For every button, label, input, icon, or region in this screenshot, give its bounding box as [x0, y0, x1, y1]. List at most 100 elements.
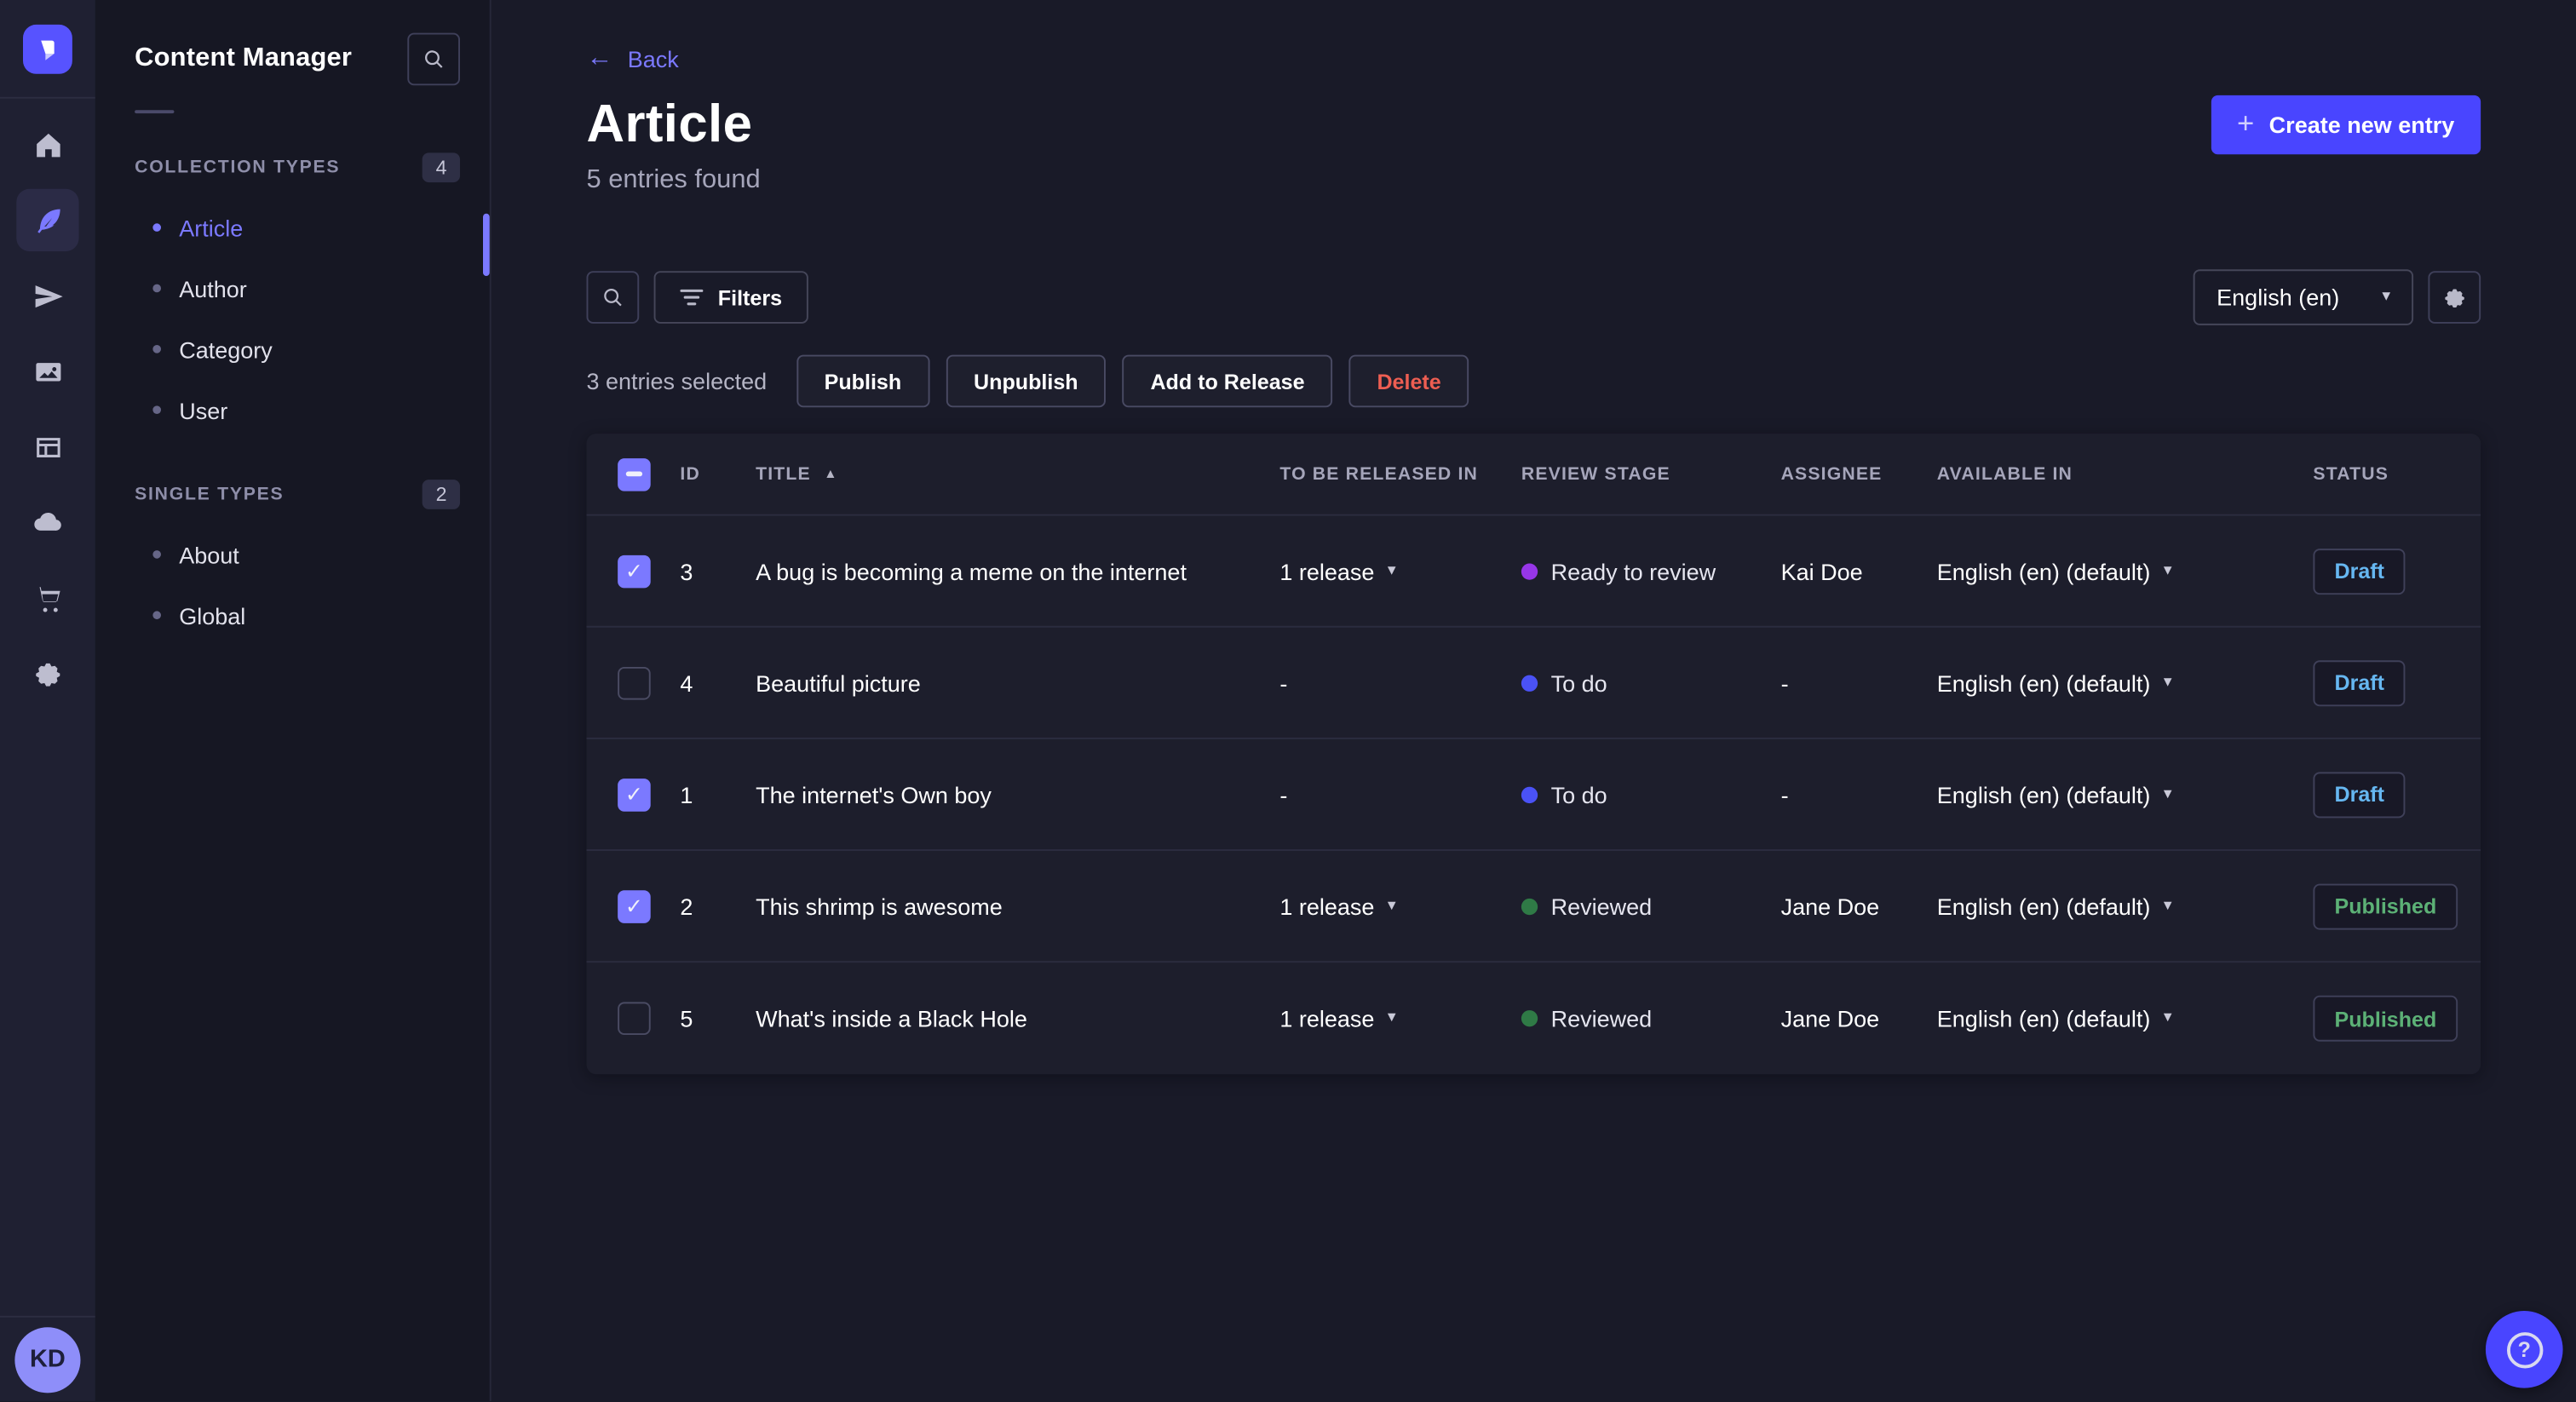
- cell-id: 5: [680, 1005, 693, 1032]
- cell-id: 1: [680, 781, 693, 807]
- chevron-down-icon[interactable]: ▾: [2164, 674, 2172, 691]
- row-checkbox[interactable]: ✓: [618, 554, 651, 588]
- avatar[interactable]: KD: [14, 1327, 81, 1393]
- unpublish-button[interactable]: Unpublish: [946, 354, 1107, 408]
- strapi-logo[interactable]: [22, 23, 72, 73]
- collection-types-label: COLLECTION TYPES: [135, 158, 341, 178]
- chevron-down-icon[interactable]: ▾: [1388, 1009, 1396, 1026]
- main-nav-rail: KD: [0, 0, 95, 1402]
- single-types-count-badge: 2: [423, 480, 460, 509]
- cell-to-be-released-in[interactable]: 1 release ▾: [1279, 893, 1521, 919]
- table-row[interactable]: 5 What's inside a Black Hole 1 release ▾ Rev…: [586, 962, 2481, 1074]
- chevron-down-icon[interactable]: ▾: [1388, 562, 1396, 579]
- sidebar-item-category[interactable]: Category: [95, 319, 490, 379]
- column-header-to-be-released-in[interactable]: TO BE RELEASED IN: [1279, 464, 1521, 484]
- column-header-title[interactable]: TITLE ▲: [756, 464, 1279, 484]
- create-new-entry-button[interactable]: + Create new entry: [2211, 94, 2481, 154]
- column-header-assignee[interactable]: ASSIGNEE: [1781, 464, 1937, 484]
- cell-available-in[interactable]: English (en) (default) ▾: [1937, 1005, 2314, 1031]
- row-checkbox[interactable]: [618, 666, 651, 699]
- active-item-indicator: [482, 213, 490, 276]
- column-header-review-stage[interactable]: REVIEW STAGE: [1521, 464, 1781, 484]
- cell-status: Draft: [2313, 548, 2481, 595]
- bullet-icon: [152, 611, 161, 620]
- table-row[interactable]: ✓ 1 The internet's Own boy - To do - English (…: [586, 739, 2481, 851]
- row-checkbox[interactable]: ✓: [618, 889, 651, 922]
- sidebar-title: Content Manager: [135, 44, 353, 72]
- add-to-release-button[interactable]: Add to Release: [1122, 354, 1333, 408]
- cell-assignee: Jane Doe: [1780, 1005, 1880, 1032]
- content-manager-icon[interactable]: [16, 188, 79, 252]
- chevron-down-icon: ▾: [2382, 287, 2391, 306]
- cell-status: Draft: [2313, 659, 2481, 706]
- sidebar-item-author[interactable]: Author: [95, 258, 490, 319]
- cell-assignee: Jane Doe: [1780, 893, 1880, 920]
- sidebar-item-user[interactable]: User: [95, 379, 490, 440]
- view-settings-button[interactable]: [2428, 271, 2481, 324]
- gear-icon: [2445, 289, 2464, 308]
- row-checkbox[interactable]: [618, 1002, 651, 1035]
- selection-count-text: 3 entries selected: [586, 367, 768, 394]
- filters-button[interactable]: Filters: [653, 271, 808, 324]
- media-library-icon[interactable]: [16, 340, 78, 402]
- cell-available-in[interactable]: English (en) (default) ▾: [1937, 893, 2314, 919]
- cell-available-in[interactable]: English (en) (default) ▾: [1937, 669, 2314, 696]
- locale-select[interactable]: English (en) ▾: [2194, 269, 2414, 325]
- cell-available-in[interactable]: English (en) (default) ▾: [1937, 781, 2314, 807]
- main-content: ← Back Article + Create new entry 5 entr…: [492, 0, 2576, 1402]
- sidebar-item-label: Global: [179, 601, 246, 629]
- sidebar-search-button[interactable]: [407, 32, 460, 86]
- back-link[interactable]: ← Back: [586, 45, 678, 72]
- cell-status: Draft: [2313, 771, 2481, 818]
- cell-status: Published: [2313, 882, 2481, 929]
- table-row[interactable]: 4 Beautiful picture - To do - English (en) (d…: [586, 628, 2481, 739]
- column-header-status[interactable]: STATUS: [2313, 464, 2481, 484]
- cell-title: A bug is becoming a meme on the internet: [756, 557, 1187, 584]
- cell-available-in[interactable]: English (en) (default) ▾: [1937, 558, 2314, 584]
- publish-button[interactable]: Publish: [796, 354, 929, 408]
- sidebar-item-label: About: [179, 541, 239, 568]
- delete-button[interactable]: Delete: [1348, 354, 1469, 408]
- chevron-down-icon[interactable]: ▾: [2164, 897, 2172, 914]
- column-header-available-in[interactable]: AVAILABLE IN: [1937, 464, 2314, 484]
- cell-to-be-released-in[interactable]: 1 release ▾: [1279, 558, 1521, 584]
- home-icon[interactable]: [16, 113, 78, 175]
- select-all-checkbox[interactable]: [618, 457, 651, 491]
- sidebar-item-label: User: [179, 396, 228, 423]
- search-button[interactable]: [586, 271, 640, 324]
- cell-to-be-released-in: -: [1279, 781, 1288, 807]
- chevron-down-icon[interactable]: ▾: [1388, 897, 1396, 914]
- cell-to-be-released-in[interactable]: 1 release ▾: [1279, 1005, 1521, 1031]
- cell-title: What's inside a Black Hole: [756, 1005, 1027, 1032]
- cell-assignee: -: [1780, 669, 1789, 696]
- sidebar-item-global[interactable]: Global: [95, 585, 490, 646]
- stage-dot-icon: [1521, 785, 1538, 803]
- cell-review-stage: To do: [1521, 669, 1781, 696]
- bullet-icon: [152, 284, 161, 293]
- sidebar-item-article[interactable]: Article: [95, 197, 490, 257]
- bullet-icon: [152, 223, 161, 232]
- releases-icon[interactable]: [16, 264, 78, 326]
- table-row[interactable]: ✓ 2 This shrimp is awesome 1 release ▾ Review…: [586, 851, 2481, 963]
- row-checkbox[interactable]: ✓: [618, 778, 651, 811]
- collection-types-count-badge: 4: [423, 152, 460, 183]
- content-type-builder-icon[interactable]: [16, 416, 78, 478]
- entries-count-subtitle: 5 entries found: [586, 165, 761, 194]
- cell-id: 4: [680, 669, 693, 696]
- sidebar-divider: [135, 110, 175, 114]
- marketplace-icon[interactable]: [16, 566, 78, 629]
- column-header-id[interactable]: ID: [680, 464, 756, 484]
- cell-id: 2: [680, 893, 693, 920]
- settings-icon[interactable]: [16, 642, 78, 704]
- chevron-down-icon[interactable]: ▾: [2164, 785, 2172, 802]
- sort-asc-icon: ▲: [824, 466, 838, 482]
- cell-review-stage: Reviewed: [1521, 893, 1781, 919]
- table-row[interactable]: ✓ 3 A bug is becoming a meme on the intern…: [586, 516, 2481, 628]
- chevron-down-icon[interactable]: ▾: [2164, 562, 2172, 579]
- chevron-down-icon[interactable]: ▾: [2164, 1009, 2172, 1026]
- deploy-icon[interactable]: [16, 491, 78, 554]
- stage-dot-icon: [1521, 674, 1538, 691]
- sidebar-item-about[interactable]: About: [95, 524, 490, 584]
- bullet-icon: [152, 344, 161, 353]
- status-badge: Published: [2313, 995, 2458, 1042]
